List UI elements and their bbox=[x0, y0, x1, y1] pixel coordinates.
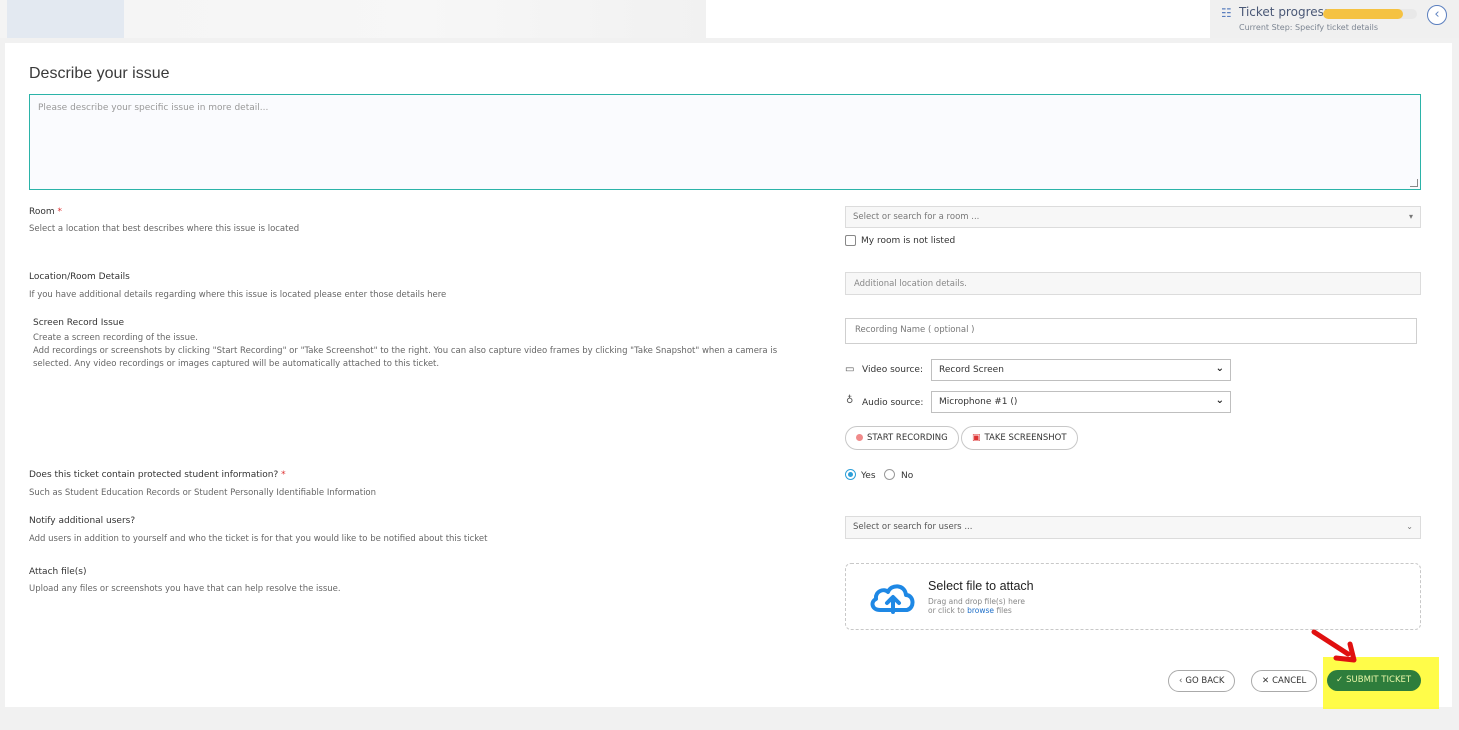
chevron-left-icon: ‹ bbox=[1179, 676, 1182, 686]
location-placeholder: Additional location details. bbox=[854, 279, 967, 289]
image-icon: ▣ bbox=[972, 433, 981, 443]
protected-no-radio[interactable] bbox=[884, 469, 895, 480]
file-dropzone[interactable]: Select file to attach Drag and drop file… bbox=[845, 563, 1421, 630]
take-screenshot-label: TAKE SCREENSHOT bbox=[985, 433, 1067, 443]
dropzone-title: Select file to attach bbox=[928, 579, 1034, 593]
notify-users-label: Notify additional users? bbox=[29, 516, 135, 526]
location-input[interactable]: Additional location details. bbox=[845, 272, 1421, 295]
video-source-select[interactable]: Record Screen ⌄ bbox=[931, 359, 1231, 381]
dropzone-line2: or click to browse files bbox=[928, 606, 1012, 615]
chevron-down-icon: ⌄ bbox=[1216, 363, 1224, 374]
room-label: Room * bbox=[29, 207, 62, 217]
describe-issue-textarea[interactable] bbox=[30, 95, 1420, 189]
submit-ticket-button[interactable]: ✓SUBMIT TICKET bbox=[1327, 670, 1421, 691]
attach-files-label: Attach file(s) bbox=[29, 567, 87, 577]
close-icon: ✕ bbox=[1262, 676, 1269, 686]
screen-record-sub3: selected. Any video recordings or images… bbox=[33, 359, 439, 369]
recording-name-input[interactable]: Recording Name ( optional ) bbox=[845, 318, 1417, 344]
room-label-text: Room bbox=[29, 207, 55, 217]
cloud-upload-icon bbox=[868, 580, 918, 616]
chevron-down-icon: ⌄ bbox=[1406, 522, 1413, 531]
screen-record-sub1: Create a screen recording of the issue. bbox=[33, 333, 198, 343]
video-source-value: Record Screen bbox=[939, 365, 1004, 375]
notify-users-select[interactable]: Select or search for users ... ⌄ bbox=[845, 516, 1421, 539]
video-source-label: Video source: bbox=[862, 365, 923, 375]
protected-info-label: Does this ticket contain protected stude… bbox=[29, 470, 286, 480]
video-camera-icon: ▭ bbox=[845, 364, 854, 375]
screen-record-label: Screen Record Issue bbox=[33, 318, 124, 328]
notify-users-placeholder: Select or search for users ... bbox=[853, 522, 972, 532]
current-step-text: Current Step: Specify ticket details bbox=[1239, 23, 1378, 32]
attach-files-sub: Upload any files or screenshots you have… bbox=[29, 584, 341, 594]
location-sub: If you have additional details regarding… bbox=[29, 290, 446, 300]
cancel-button[interactable]: ✕CANCEL bbox=[1251, 670, 1317, 692]
screen-record-sub2: Add recordings or screenshots by clickin… bbox=[33, 346, 823, 356]
microphone-icon: ♁ bbox=[846, 395, 853, 406]
go-back-button[interactable]: ‹GO BACK bbox=[1168, 670, 1235, 692]
room-select[interactable]: Select or search for a room ... ▾ bbox=[845, 206, 1421, 228]
chevron-left-icon: ‹ bbox=[1434, 7, 1439, 22]
start-recording-label: START RECORDING bbox=[867, 433, 948, 443]
protected-yes-label: Yes bbox=[861, 471, 876, 481]
chevron-down-icon: ⌄ bbox=[1216, 395, 1224, 406]
submit-ticket-label: SUBMIT TICKET bbox=[1346, 675, 1411, 685]
go-back-label: GO BACK bbox=[1185, 676, 1224, 686]
take-screenshot-button[interactable]: ▣ TAKE SCREENSHOT bbox=[961, 426, 1078, 450]
describe-issue-box bbox=[29, 94, 1421, 190]
audio-source-value: Microphone #1 () bbox=[939, 397, 1017, 407]
start-recording-button[interactable]: START RECORDING bbox=[845, 426, 959, 450]
room-not-listed-checkbox[interactable] bbox=[845, 235, 856, 246]
dropzone-line2-post: files bbox=[996, 606, 1011, 615]
top-bar-middle bbox=[706, 0, 1210, 38]
record-dot-icon bbox=[856, 434, 863, 441]
caret-down-icon: ▾ bbox=[1409, 212, 1413, 221]
list-check-icon: ☷ bbox=[1221, 6, 1232, 20]
required-mark: * bbox=[281, 470, 286, 480]
top-bar-tab bbox=[7, 0, 124, 38]
protected-no-label: No bbox=[901, 471, 913, 481]
browse-files-link[interactable]: browse bbox=[967, 606, 994, 615]
location-label: Location/Room Details bbox=[29, 272, 130, 282]
required-mark: * bbox=[58, 207, 63, 217]
notify-users-sub: Add users in addition to yourself and wh… bbox=[29, 534, 487, 544]
ticket-progress-label: Ticket progress bbox=[1239, 5, 1330, 19]
check-icon: ✓ bbox=[1336, 675, 1343, 685]
protected-info-sub: Such as Student Education Records or Stu… bbox=[29, 488, 376, 498]
red-arrow-annotation bbox=[1310, 628, 1360, 664]
audio-source-select[interactable]: Microphone #1 () ⌄ bbox=[931, 391, 1231, 413]
protected-yes-radio[interactable] bbox=[845, 469, 856, 480]
resize-grip-icon[interactable] bbox=[1410, 179, 1418, 187]
collapse-panel-button[interactable]: ‹ bbox=[1427, 5, 1447, 25]
protected-info-label-text: Does this ticket contain protected stude… bbox=[29, 470, 278, 480]
describe-issue-title: Describe your issue bbox=[29, 65, 170, 83]
room-select-placeholder: Select or search for a room ... bbox=[853, 212, 979, 222]
dropzone-line2-pre: or click to bbox=[928, 606, 965, 615]
ticket-progress-bar bbox=[1323, 9, 1417, 19]
room-not-listed-label: My room is not listed bbox=[861, 236, 955, 246]
audio-source-label: Audio source: bbox=[862, 398, 923, 408]
cancel-label: CANCEL bbox=[1272, 676, 1306, 686]
room-sub: Select a location that best describes wh… bbox=[29, 224, 299, 234]
recording-name-placeholder: Recording Name ( optional ) bbox=[855, 325, 974, 335]
dropzone-line1: Drag and drop file(s) here bbox=[928, 597, 1025, 606]
ticket-progress-fill bbox=[1323, 9, 1403, 19]
